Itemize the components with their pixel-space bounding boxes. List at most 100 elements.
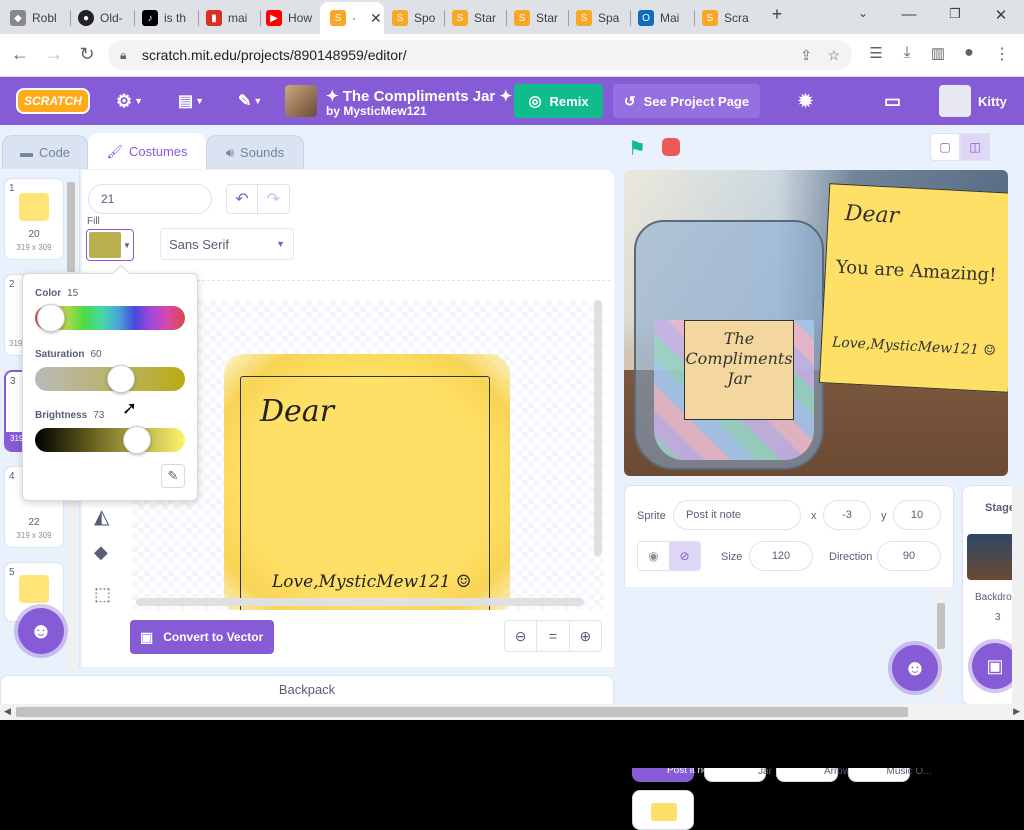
convert-to-vector-button[interactable]: ▣ Convert to Vector xyxy=(130,620,274,654)
url-field[interactable]: 🔒︎ scratch.mit.edu/projects/890148959/ed… xyxy=(108,40,852,70)
profile-icon[interactable]: ● xyxy=(957,44,981,62)
roblox-icon: ◆ xyxy=(10,10,26,26)
stage-note-text: You are Amazing! xyxy=(835,256,997,287)
browser-tab[interactable]: ♪ is th xyxy=(142,6,192,30)
zoom-reset-button[interactable]: = xyxy=(537,621,570,651)
tab-search-icon[interactable]: ⌄ xyxy=(851,6,875,20)
drawing-canvas[interactable]: Dear Love,MysticMew121 ☺ xyxy=(132,300,604,610)
user-avatar[interactable] xyxy=(939,85,971,117)
tab-sounds[interactable]: 🔊︎ Sounds xyxy=(206,135,304,169)
minimize-icon[interactable]: — xyxy=(897,6,921,23)
costume-name-input[interactable]: 21 xyxy=(88,184,212,214)
tab-costumes[interactable]: 🖌︎ Costumes xyxy=(88,133,206,169)
browser-tab[interactable]: ● Old- xyxy=(78,6,128,30)
tab-code[interactable]: ▬ Code xyxy=(2,135,88,169)
fill-bucket-icon[interactable]: ◭ xyxy=(94,504,109,529)
reload-icon[interactable]: ↻ xyxy=(75,44,99,65)
forward-icon[interactable]: → xyxy=(42,44,66,65)
file-menu-icon[interactable]: ▤ ▼ xyxy=(178,77,204,125)
settings-gear-icon[interactable]: ⚙ ▼ xyxy=(116,77,143,125)
browser-tab[interactable]: O Mai xyxy=(638,6,688,30)
project-title[interactable]: ✦ The Compliments Jar ✦ xyxy=(326,87,512,105)
sprite-name-input[interactable]: Post it note xyxy=(673,500,801,530)
download-icon[interactable]: ⤓ xyxy=(895,44,919,62)
color-slider-handle[interactable] xyxy=(37,304,65,332)
hide-eye-icon[interactable]: ⊘ xyxy=(669,542,700,570)
close-window-icon[interactable]: ✕ xyxy=(989,6,1013,24)
brightness-slider-handle[interactable] xyxy=(123,426,151,454)
scroll-right-icon[interactable]: ▶ xyxy=(1013,706,1020,717)
zoom-out-icon[interactable]: ⊖ xyxy=(505,621,538,651)
reading-list-icon[interactable]: ☰ xyxy=(864,44,888,62)
menu-icon[interactable]: ⋮ xyxy=(990,44,1014,64)
browser-tab[interactable]: S Star xyxy=(514,6,562,30)
image-add-icon: ▣ xyxy=(986,655,1004,676)
normal-stage-icon[interactable]: ◫ xyxy=(960,133,990,161)
browser-tab[interactable]: S Star xyxy=(452,6,500,30)
project-thumbnail[interactable] xyxy=(285,77,317,125)
see-project-page-button[interactable]: ↺ See Project Page xyxy=(613,84,760,118)
direction-input[interactable]: 90 xyxy=(877,541,941,571)
new-tab-icon[interactable]: + xyxy=(765,4,789,25)
small-stage-icon[interactable]: ▢ xyxy=(930,133,960,161)
page-horizontal-scrollbar[interactable]: ◀ ▶ xyxy=(0,704,1024,720)
redo-icon[interactable]: ↷ xyxy=(258,185,289,213)
select-icon[interactable]: ⬚ xyxy=(94,584,111,605)
size-input[interactable]: 120 xyxy=(749,541,813,571)
back-icon[interactable]: ← xyxy=(8,44,32,65)
share-icon[interactable]: ⇪ xyxy=(800,40,812,70)
remix-button[interactable]: ◎ Remix xyxy=(514,84,603,118)
brightness-slider[interactable] xyxy=(35,426,185,454)
y-input[interactable]: 10 xyxy=(893,500,941,530)
eraser-icon[interactable]: ◆ xyxy=(94,542,108,563)
edit-menu-icon[interactable]: ✎ ▼ xyxy=(238,77,262,125)
font-dropdown[interactable]: Sans Serif ▼ xyxy=(160,228,294,260)
page-vertical-scrollbar[interactable] xyxy=(1012,485,1024,705)
browser-tab[interactable]: S Spo xyxy=(392,6,440,30)
canvas-horizontal-scrollbar[interactable] xyxy=(136,598,584,606)
browser-tab[interactable]: ▶ How xyxy=(266,6,316,30)
image-icon: ▣ xyxy=(140,628,154,645)
saturation-slider[interactable] xyxy=(35,365,185,393)
scroll-left-icon[interactable]: ◀ xyxy=(4,706,11,717)
sprite-tile[interactable] xyxy=(632,790,694,830)
stage-canvas[interactable]: The Compliments Jar Dear You are Amazing… xyxy=(624,170,1008,476)
tab-label: Star xyxy=(474,11,497,25)
stop-icon[interactable] xyxy=(662,138,680,156)
sprite-list-scrollbar[interactable] xyxy=(936,589,946,701)
backpack-bar[interactable]: Backpack xyxy=(0,675,614,705)
bookmark-star-icon[interactable]: ☆ xyxy=(827,40,840,70)
eyedropper-icon[interactable]: ✎ xyxy=(161,464,185,488)
username[interactable]: Kitty xyxy=(978,94,1007,109)
browser-tab-active[interactable]: S · ✕ xyxy=(320,2,384,34)
fill-color-button[interactable]: ▼ xyxy=(86,229,134,261)
canvas-vertical-scrollbar[interactable] xyxy=(594,300,602,556)
jar-label: The Compliments Jar xyxy=(684,320,794,420)
x-input[interactable]: -3 xyxy=(823,500,871,530)
color-slider[interactable] xyxy=(35,304,185,332)
saturation-label: Saturation 60 xyxy=(35,349,102,360)
choose-sprite-button[interactable]: ☻ xyxy=(892,645,938,691)
tab-label: Spa xyxy=(598,11,620,25)
my-stuff-folder-icon[interactable]: ▭ xyxy=(884,77,901,125)
restore-icon[interactable]: ❐ xyxy=(943,6,967,22)
browser-tab[interactable]: S Spa xyxy=(576,6,624,30)
stage-note-dear: Dear xyxy=(844,201,900,229)
green-flag-icon[interactable]: ⚑ xyxy=(628,136,646,161)
browser-tab[interactable]: S Scra xyxy=(702,6,750,30)
theme-bulb-icon[interactable]: ✹ xyxy=(798,77,813,125)
side-panel-icon[interactable]: ▥ xyxy=(926,44,950,62)
saturation-slider-handle[interactable] xyxy=(107,365,135,393)
browser-tab[interactable]: ◆ Robl xyxy=(10,6,60,30)
zoom-in-icon[interactable]: ⊕ xyxy=(570,621,601,651)
project-author[interactable]: by MysticMew121 xyxy=(326,104,427,118)
undo-icon[interactable]: ↶ xyxy=(227,185,259,213)
close-tab-icon[interactable]: ✕ xyxy=(370,10,382,27)
scratch-logo[interactable]: SCRATCH xyxy=(16,77,90,125)
browser-tab[interactable]: ▮ mai xyxy=(206,6,256,30)
costume-item[interactable]: 1 20 319 x 309 xyxy=(4,178,64,260)
show-eye-icon[interactable]: ◉ xyxy=(638,542,669,570)
scrollbar-thumb[interactable] xyxy=(16,707,908,717)
tab-label: Spo xyxy=(414,11,436,25)
choose-costume-button[interactable]: ☻ xyxy=(18,608,64,654)
